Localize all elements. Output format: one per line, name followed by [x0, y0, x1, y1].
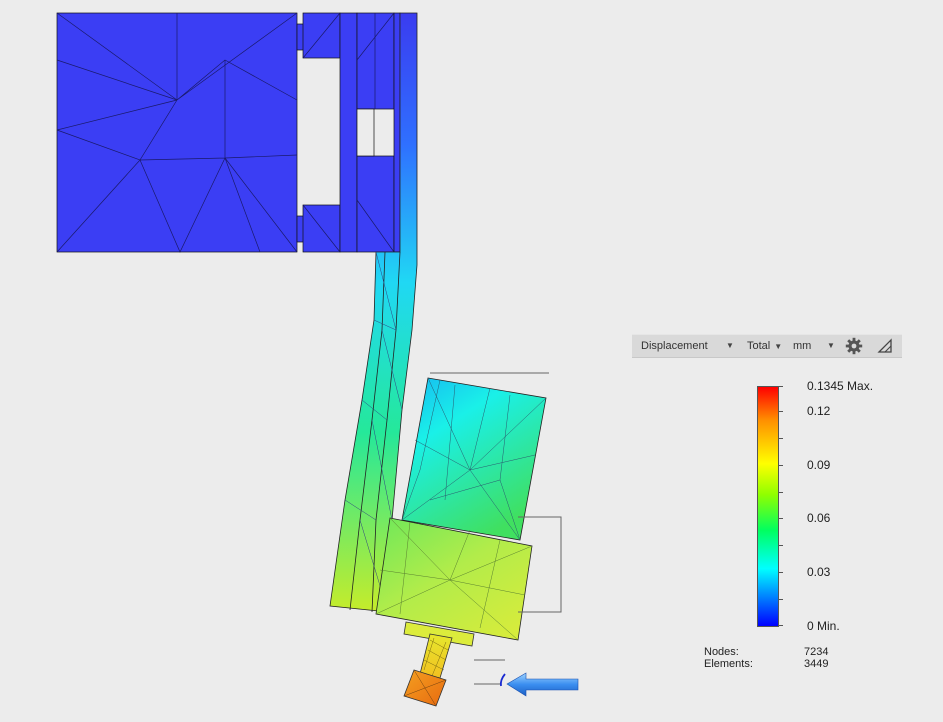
component-dropdown[interactable]: Total ▼ [747, 335, 782, 357]
unit-chevron-down-icon[interactable]: ▼ [827, 335, 835, 357]
mounted-box [401, 377, 547, 541]
legend-tick [778, 518, 783, 519]
unit-label: mm [793, 340, 812, 352]
model-viewport[interactable] [0, 0, 943, 722]
fixed-block [56, 12, 401, 253]
legend-max-label: 0.1345 Max. [807, 379, 874, 393]
mesh-stats: Nodes: 7234 Elements: 3449 [704, 646, 839, 670]
legend-label: 0.09 [807, 458, 831, 472]
legend-label: 0.06 [807, 511, 831, 525]
component-label: Total [747, 340, 771, 352]
legend-min-label: 0 Min. [807, 619, 840, 633]
shaft [403, 621, 475, 707]
nodes-label: Nodes: [704, 646, 739, 658]
result-type-label: Displacement [641, 340, 708, 352]
legend-tick [778, 492, 783, 493]
color-scale-bar [757, 386, 779, 627]
displacement-marker-icon [499, 673, 506, 687]
result-type-dropdown[interactable]: Displacement [641, 335, 708, 357]
legend-tick [778, 411, 783, 412]
legend-label: 0.03 [807, 565, 831, 579]
gear-icon[interactable] [845, 337, 863, 355]
legend-tick [778, 545, 783, 546]
unit-dropdown[interactable]: mm [793, 335, 811, 357]
legend-tick [778, 625, 783, 626]
legend-tick [778, 572, 783, 573]
legend-tick [778, 465, 783, 466]
legend-tick [778, 438, 783, 439]
component-chevron-down-icon: ▼ [774, 342, 783, 351]
nodes-value: 7234 [804, 646, 829, 658]
results-toolbar: Displacement ▼ Total ▼ mm ▼ [632, 334, 902, 358]
elements-label: Elements: [704, 658, 753, 670]
force-arrow-icon[interactable] [506, 672, 579, 697]
legend-tick [778, 386, 783, 387]
legend-label: 0.12 [807, 404, 831, 418]
elements-value: 3449 [804, 658, 829, 670]
result-type-chevron-down-icon[interactable]: ▼ [726, 335, 734, 357]
triangle-corner-icon[interactable] [876, 337, 894, 355]
legend-tick [778, 599, 783, 600]
